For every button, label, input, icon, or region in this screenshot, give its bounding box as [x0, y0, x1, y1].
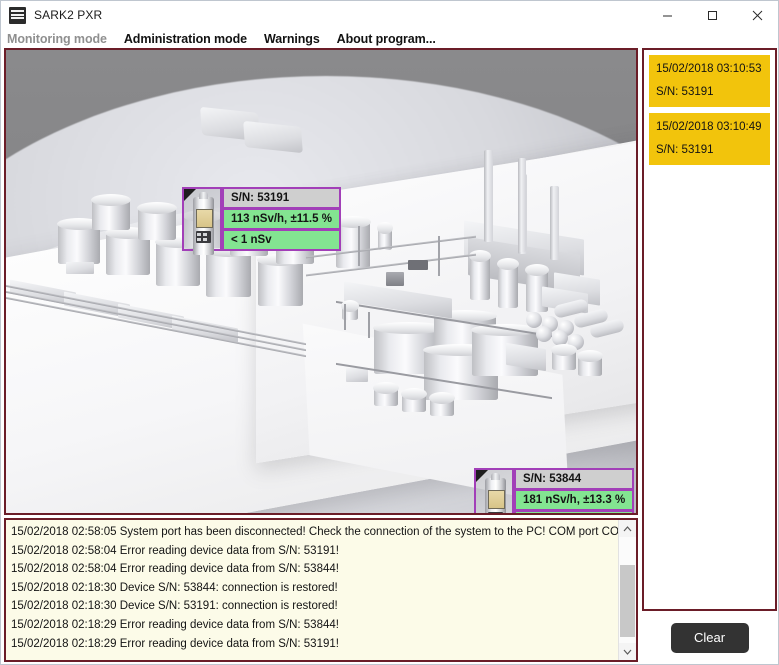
window-title: SARK2 PXR — [34, 8, 103, 22]
device-dose-rate: 113 nSv/h, ±11.5 % — [222, 209, 341, 230]
process-vessel — [469, 250, 491, 300]
device-dose: < 1 nSv — [222, 230, 341, 251]
smokestack — [518, 158, 526, 252]
log-scrollbar[interactable] — [618, 520, 636, 660]
storage-tank — [91, 194, 131, 230]
smokestack — [484, 150, 493, 242]
small-storage-tank — [577, 350, 603, 376]
log-entry: 15/02/2018 02:58:05 System port has been… — [11, 526, 619, 538]
storage-tank — [137, 202, 177, 240]
clear-button[interactable]: Clear — [670, 622, 749, 653]
log-entry: 15/02/2018 02:58:04 Error reading device… — [11, 563, 339, 576]
menu-item-about-program[interactable]: About program... — [337, 32, 436, 46]
minimize-icon[interactable] — [645, 1, 690, 29]
utility-pole — [368, 312, 370, 338]
utility-pole — [344, 304, 346, 330]
device-callout-53191[interactable]: S/N: 53191 113 nSv/h, ±11.5 % < 1 nSv — [182, 187, 341, 255]
log-entry: 15/02/2018 02:18:30 Device S/N: 53844: c… — [11, 581, 338, 594]
maximize-icon[interactable] — [690, 1, 735, 29]
process-vessel — [497, 258, 519, 308]
pump-house — [346, 368, 368, 382]
storage-tank — [205, 245, 252, 297]
close-icon[interactable] — [735, 1, 778, 29]
app-icon — [9, 6, 26, 24]
warning-serial: S/N: 53191 — [656, 86, 714, 98]
chevron-up-icon[interactable] — [619, 520, 636, 537]
storage-tank — [57, 218, 101, 264]
facility-3d-render: S/N: 53191 113 nSv/h, ±11.5 % < 1 nSv S/… — [6, 50, 636, 513]
small-storage-tank — [429, 392, 455, 416]
support-tower — [438, 236, 440, 276]
window-controls — [645, 1, 778, 29]
log-entry: 15/02/2018 02:58:04 Error reading device… — [11, 544, 339, 557]
vertical-tank — [335, 216, 371, 268]
menu-bar: Monitoring mode Administration mode Warn… — [1, 29, 778, 48]
warning-card[interactable]: 15/02/2018 03:10:49 S/N: 53191 — [649, 113, 770, 165]
chevron-down-icon[interactable] — [619, 643, 636, 660]
dosimeter-icon — [474, 468, 514, 513]
device-serial: S/N: 53844 — [514, 468, 635, 490]
device-callout-53844[interactable]: S/N: 53844 181 nSv/h, ±13.3 % < 1 nSv — [474, 468, 635, 513]
warning-timestamp: 15/02/2018 03:10:49 — [656, 121, 762, 133]
menu-item-warnings[interactable]: Warnings — [264, 32, 320, 46]
log-entry: 15/02/2018 02:18:30 Device S/N: 53191: c… — [11, 600, 338, 613]
application-window: SARK2 PXR Monitoring mode Administration… — [0, 0, 779, 665]
log-entry: 15/02/2018 02:18:29 Error reading device… — [11, 637, 339, 650]
dosimeter-icon — [182, 187, 222, 255]
small-storage-tank — [401, 388, 427, 412]
event-log-panel: 15/02/2018 02:58:05 System port has been… — [4, 518, 638, 662]
warnings-panel[interactable]: 15/02/2018 03:10:53 S/N: 53191 15/02/201… — [642, 48, 777, 611]
title-bar: SARK2 PXR — [1, 1, 778, 30]
menu-item-administration-mode[interactable]: Administration mode — [124, 32, 247, 46]
menu-item-monitoring-mode[interactable]: Monitoring mode — [7, 32, 107, 46]
spherical-tank — [536, 326, 552, 342]
scrollbar-thumb[interactable] — [620, 565, 635, 637]
small-storage-tank — [551, 344, 577, 370]
device-serial: S/N: 53191 — [222, 187, 341, 209]
small-shed — [66, 262, 94, 274]
clear-button-area: Clear — [642, 613, 777, 662]
warning-serial: S/N: 53191 — [656, 144, 714, 156]
log-entry: 15/02/2018 02:18:29 Error reading device… — [11, 618, 339, 631]
device-dose: < 1 nSv — [514, 511, 635, 513]
spherical-tank — [526, 312, 542, 328]
support-tower — [358, 226, 360, 266]
smokestack — [550, 186, 559, 260]
small-storage-tank — [373, 382, 399, 406]
storage-tank — [257, 254, 304, 306]
device-dose-rate: 181 nSv/h, ±13.3 % — [514, 490, 635, 511]
warning-timestamp: 15/02/2018 03:10:53 — [656, 63, 762, 75]
warning-card[interactable]: 15/02/2018 03:10:53 S/N: 53191 — [649, 55, 770, 107]
equipment-skid — [386, 272, 404, 286]
control-cabin — [408, 260, 428, 270]
scene-panel[interactable]: S/N: 53191 113 nSv/h, ±11.5 % < 1 nSv S/… — [4, 48, 638, 515]
event-log-list: 15/02/2018 02:58:05 System port has been… — [6, 520, 619, 660]
